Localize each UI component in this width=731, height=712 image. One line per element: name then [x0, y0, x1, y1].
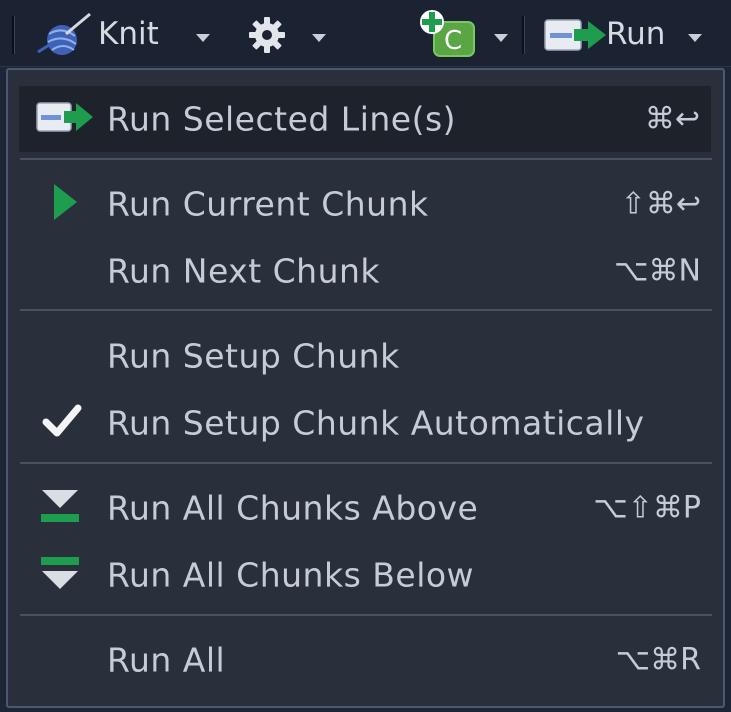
menu-item-shortcut: ⌥⇧⌘P — [593, 490, 701, 526]
checkmark-icon — [42, 404, 82, 442]
menu-item-shortcut: ⌥⌘R — [615, 642, 701, 678]
menu-item-run-current-chunk[interactable]: Run Current Chunk ⇧⌘↩ — [8, 171, 723, 237]
chevron-down-icon — [494, 34, 508, 42]
run-below-icon — [38, 553, 82, 597]
knit-yarn-icon — [32, 12, 94, 62]
menu-item-run-setup-chunk[interactable]: Run Setup Chunk — [8, 323, 723, 389]
play-triangle-icon — [52, 183, 78, 225]
run-dropdown-menu: Run Selected Line(s) ⌘↩ Run Current Chun… — [6, 68, 725, 708]
chevron-down-icon — [312, 34, 326, 42]
menu-item-label: Run All Chunks Above — [107, 488, 479, 528]
insert-chunk-letter: C — [444, 26, 463, 56]
run-arrow-icon — [544, 18, 608, 56]
editor-toolbar: Knit C Run — [0, 0, 731, 67]
knit-label: Knit — [98, 16, 159, 52]
menu-item-shortcut: ⇧⌘↩ — [620, 186, 701, 222]
menu-item-label: Run Next Chunk — [107, 251, 381, 291]
run-arrow-icon — [36, 101, 94, 137]
menu-divider — [20, 309, 712, 311]
menu-item-run-setup-chunk-automatically[interactable]: Run Setup Chunk Automatically — [8, 390, 723, 456]
run-button[interactable]: Run — [542, 8, 718, 60]
menu-divider — [20, 614, 712, 616]
menu-item-run-all[interactable]: Run All ⌥⌘R — [8, 627, 723, 693]
menu-item-run-next-chunk[interactable]: Run Next Chunk ⌥⌘N — [8, 238, 723, 304]
menu-item-shortcut: ⌘↩ — [644, 101, 700, 137]
menu-item-run-all-chunks-below[interactable]: Run All Chunks Below — [8, 542, 723, 608]
menu-item-label: Run All Chunks Below — [107, 555, 475, 595]
menu-item-label: Run Selected Line(s) — [107, 99, 457, 139]
insert-chunk-button[interactable]: C — [416, 6, 512, 60]
menu-divider — [20, 462, 712, 464]
chevron-down-icon — [688, 34, 702, 42]
menu-item-run-all-chunks-above[interactable]: Run All Chunks Above ⌥⇧⌘P — [8, 475, 723, 541]
settings-button[interactable] — [242, 8, 334, 60]
menu-item-label: Run All — [107, 640, 226, 680]
menu-item-label: Run Setup Chunk — [107, 336, 400, 376]
menu-item-label: Run Setup Chunk Automatically — [107, 403, 645, 443]
toolbar-separator — [522, 16, 525, 54]
menu-item-run-selected-lines[interactable]: Run Selected Line(s) ⌘↩ — [19, 86, 711, 152]
toolbar-separator — [12, 16, 15, 54]
menu-item-shortcut: ⌥⌘N — [613, 253, 701, 289]
run-above-icon — [38, 486, 82, 530]
run-label: Run — [606, 16, 666, 52]
knit-button[interactable]: Knit — [30, 8, 220, 60]
gear-icon — [248, 16, 286, 58]
menu-item-label: Run Current Chunk — [107, 184, 429, 224]
chevron-down-icon — [196, 34, 210, 42]
menu-divider — [20, 158, 712, 160]
